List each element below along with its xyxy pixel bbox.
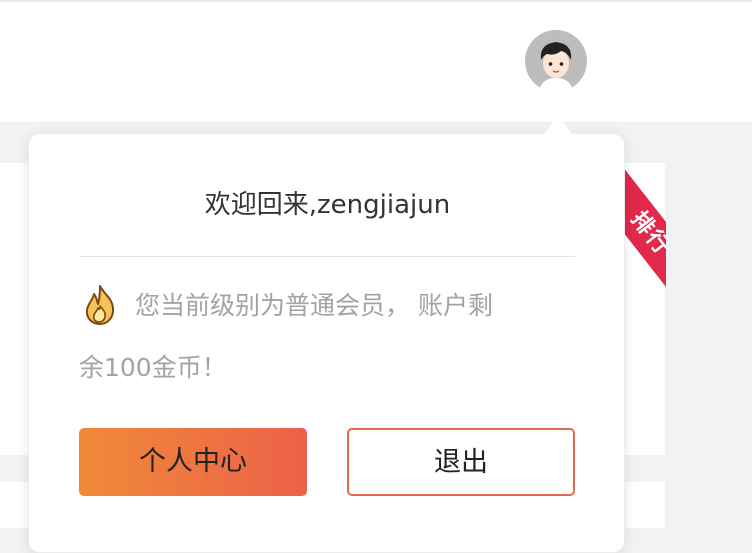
membership-line-1: 您当前级别为普通会员， 账户剩: [135, 291, 493, 320]
membership-message: 您当前级别为普通会员， 账户剩 余100金币！: [79, 284, 579, 388]
membership-line-2: 余100金币！: [79, 353, 227, 382]
personal-center-button[interactable]: 个人中心: [79, 428, 307, 496]
user-avatar-icon: [525, 30, 587, 92]
user-popover: 欢迎回来,zengjiajun 您当前级别为普通会员， 账户剩 余100金币！ …: [28, 133, 625, 553]
top-header: [0, 0, 752, 123]
fire-icon: [79, 284, 121, 326]
divider: [79, 256, 575, 257]
popover-arrow: [544, 115, 572, 134]
logout-button[interactable]: 退出: [347, 428, 575, 496]
user-avatar[interactable]: [525, 30, 587, 92]
welcome-text: 欢迎回来,zengjiajun: [204, 190, 451, 220]
